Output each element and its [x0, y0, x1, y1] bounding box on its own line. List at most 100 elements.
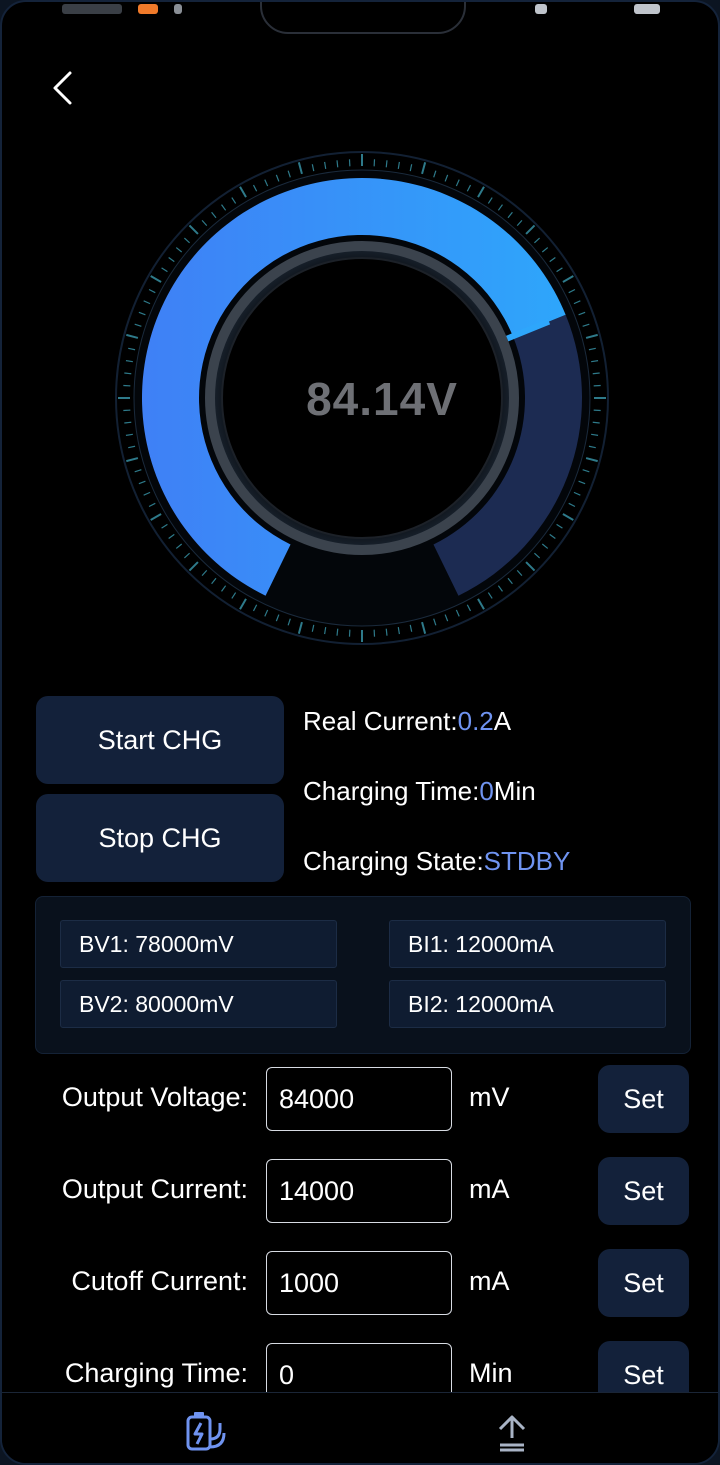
bv1-reading: BV1: 78000mV	[60, 920, 337, 968]
output-voltage-unit: mV	[469, 1082, 510, 1112]
output-current-label: Output Current:	[61, 1174, 248, 1204]
gauge-tick	[556, 267, 563, 273]
scroll-content[interactable]: 84.14V Start CHG Stop CHG Real Current:0…	[2, 2, 718, 1392]
gauge-tick	[168, 257, 175, 263]
gauge-tick	[201, 219, 208, 226]
gauge-tick	[175, 247, 183, 253]
bi2-reading: BI2: 12000mA	[389, 980, 666, 1028]
cutoff-current-label: Cutoff Current:	[71, 1266, 248, 1296]
bv2-reading: BV2: 80000mV	[60, 980, 337, 1028]
charging-time-setting-unit: Min	[469, 1358, 513, 1388]
stop-charge-button[interactable]: Stop CHG	[36, 794, 284, 882]
set-cutoff-current-button[interactable]: Set	[598, 1249, 689, 1317]
gauge-tick	[592, 421, 600, 424]
gauge-tick	[507, 211, 513, 219]
start-charge-button[interactable]: Start CHG	[36, 696, 284, 784]
gauge-tick	[578, 311, 586, 316]
gauge-tick	[541, 247, 549, 253]
gauge-tick	[125, 360, 133, 363]
gauge-tick	[516, 570, 523, 577]
gauge-tick	[175, 543, 183, 549]
gauge-tick	[150, 275, 162, 283]
gauge-tick	[433, 618, 437, 626]
output-current-unit: mA	[469, 1174, 510, 1204]
gauge-tick	[211, 577, 217, 585]
gauge-tick	[582, 469, 590, 473]
set-output-voltage-button[interactable]: Set	[598, 1065, 689, 1133]
gauge-tick	[421, 621, 427, 634]
gauge-tick	[385, 160, 388, 168]
gauge-tick	[324, 161, 327, 169]
gauge-tick	[516, 219, 523, 226]
gauge-tick	[585, 457, 598, 463]
back-button[interactable]	[42, 68, 82, 108]
charging-state-label: Charging State:	[303, 846, 484, 876]
cutoff-current-unit: mA	[469, 1266, 510, 1296]
gauge-tick	[126, 333, 139, 339]
output-voltage-input[interactable]	[266, 1067, 452, 1131]
gauge-tick	[385, 628, 388, 636]
gauge-tick	[477, 598, 485, 610]
gauge-tick	[324, 627, 327, 635]
gauge-tick	[397, 161, 400, 169]
gauge-tick	[183, 552, 190, 559]
gauge-tick	[556, 523, 563, 529]
gauge-tick	[409, 624, 413, 632]
gauge-tick	[211, 211, 217, 219]
gauge-tick	[264, 179, 269, 187]
gauge-tick	[534, 237, 541, 244]
gauge-tick	[588, 347, 596, 351]
tab-charge[interactable]	[181, 1407, 231, 1457]
gauge-tick	[578, 480, 586, 485]
gauge-tick	[507, 577, 513, 585]
upload-icon	[498, 1415, 526, 1452]
gauge-tick	[311, 164, 315, 172]
gauge-tick	[231, 592, 237, 599]
gauge-tick	[582, 323, 590, 327]
gauge-tick	[125, 433, 133, 436]
gauge-tick	[421, 162, 427, 175]
gauge-tick	[231, 197, 237, 204]
gauge-tick	[568, 502, 576, 508]
set-charging-time-button[interactable]: Set	[598, 1341, 689, 1392]
gauge-tick	[183, 237, 190, 244]
gauge-tick	[336, 628, 339, 636]
set-output-current-button[interactable]: Set	[598, 1157, 689, 1225]
real-current-label: Real Current:	[303, 706, 458, 736]
real-current-value: 0.2	[457, 706, 494, 736]
gauge-tick	[534, 552, 541, 559]
gauge-tick	[568, 288, 576, 294]
gauge-tick	[444, 614, 449, 622]
gauge-tick	[477, 186, 485, 198]
tab-upload[interactable]	[487, 1407, 537, 1457]
gauge-tick	[573, 491, 581, 496]
gauge-tick	[497, 585, 503, 592]
gauge-tick	[287, 170, 291, 178]
gauge-tick	[134, 323, 142, 327]
gauge-tick	[188, 224, 199, 235]
real-current-unit: A	[493, 706, 512, 736]
gauge-tick	[487, 592, 493, 599]
gauge-tick	[128, 445, 136, 449]
gauge-tick	[592, 372, 600, 375]
gauge-tick	[275, 174, 280, 182]
gauge-tick	[143, 300, 151, 305]
gauge-tick	[562, 275, 574, 283]
gauge-tick	[525, 561, 536, 572]
gauge-tick	[591, 433, 599, 436]
gauge-tick	[138, 480, 146, 485]
cutoff-current-input[interactable]	[266, 1251, 452, 1315]
gauge-tick	[201, 570, 208, 577]
bi1-reading: BI1: 12000mA	[389, 920, 666, 968]
charging-time-input[interactable]	[266, 1343, 452, 1392]
gauge-tick	[409, 164, 413, 172]
charging-time-setting-label: Charging Time:	[64, 1358, 248, 1388]
bottom-tab-bar	[2, 1392, 718, 1463]
real-current-info: Real Current:0.2A	[303, 706, 511, 737]
gauge-tick	[148, 502, 156, 508]
charging-time-value: 0	[479, 776, 494, 806]
gauge-tick	[148, 288, 156, 294]
gauge-tick	[161, 267, 168, 273]
gauge-tick	[150, 513, 162, 521]
output-current-input[interactable]	[266, 1159, 452, 1223]
